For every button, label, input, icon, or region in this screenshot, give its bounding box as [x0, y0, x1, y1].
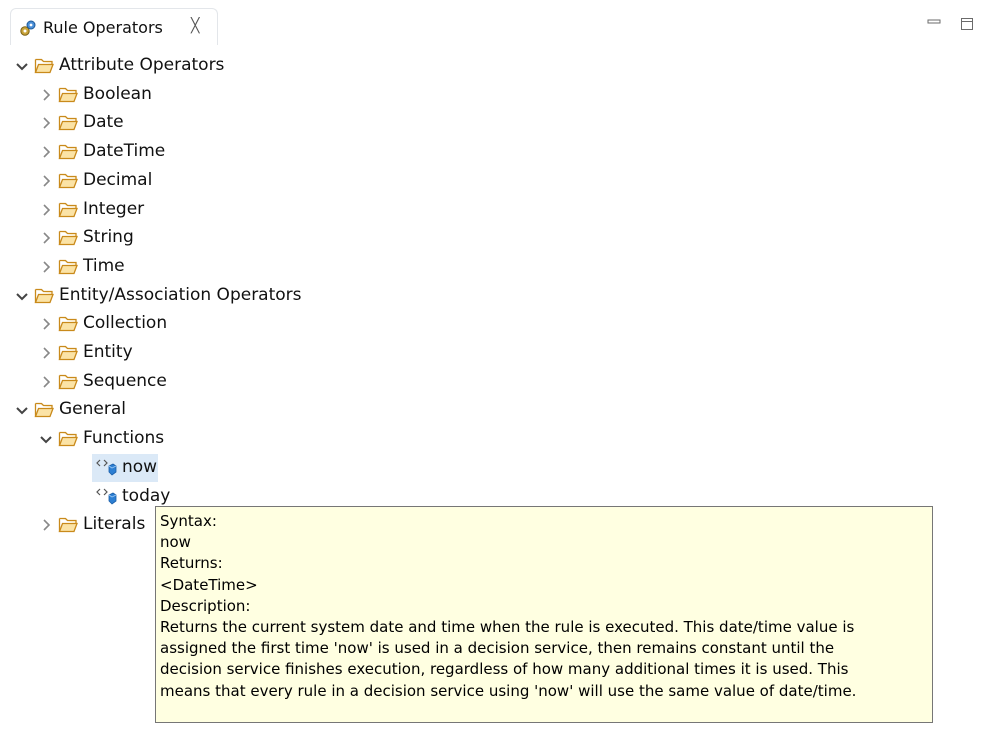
tree-item-label: Collection	[83, 313, 168, 334]
operator-tooltip: Syntax: now Returns: <DateTime> Description:…	[155, 506, 933, 723]
tree-item-label: Entity/Association Operators	[59, 284, 302, 305]
chevron-right-icon[interactable]	[36, 171, 56, 191]
tooltip-line: Returns:	[160, 554, 223, 573]
tooltip-line: Description:	[160, 596, 251, 615]
folder-icon	[58, 171, 78, 189]
tree-item-entity-association-operators[interactable]: Entity/Association Operators	[12, 282, 432, 310]
tab-rule-operators[interactable]: Rule Operators ╳	[10, 8, 218, 45]
chevron-right-icon[interactable]	[36, 113, 56, 133]
tree-item-date[interactable]: Date	[36, 109, 456, 137]
tree-item-general[interactable]: General	[12, 396, 432, 424]
tree-item-label: Time	[83, 255, 125, 276]
folder-icon	[58, 85, 78, 103]
tab-title: Rule Operators	[43, 18, 163, 37]
tooltip-line: assigned the first time 'now' is used in…	[160, 639, 835, 658]
tooltip-line: Syntax:	[160, 512, 217, 530]
folder-icon	[58, 113, 78, 131]
tree-item-now[interactable]: now	[92, 453, 158, 482]
tooltip-line: <DateTime>	[160, 575, 258, 594]
folder-icon	[58, 314, 78, 332]
chevron-right-icon[interactable]	[36, 372, 56, 392]
tree-item-label: Functions	[83, 428, 165, 449]
minimize-icon[interactable]	[927, 16, 941, 30]
tree-item-integer[interactable]: Integer	[36, 196, 456, 224]
tree-item-decimal[interactable]: Decimal	[36, 167, 456, 195]
tree-item-sequence[interactable]: Sequence	[36, 368, 456, 396]
chevron-right-icon[interactable]	[36, 142, 56, 162]
chevron-down-icon[interactable]	[12, 400, 32, 420]
tree-item-attribute-operators[interactable]: Attribute Operators	[12, 52, 432, 80]
tree-item-entity[interactable]: Entity	[36, 339, 456, 367]
tree-item-label: Decimal	[83, 169, 153, 190]
folder-icon	[58, 228, 78, 246]
tooltip-line: decision service finishes execution, reg…	[160, 660, 849, 679]
tree-item-label: Boolean	[83, 83, 152, 104]
chevron-right-icon[interactable]	[36, 343, 56, 363]
tree-item-label: today	[122, 485, 171, 506]
maximize-icon[interactable]	[960, 16, 974, 30]
tree-item-label: now	[122, 456, 158, 477]
tree-item-label: Date	[83, 112, 124, 133]
folder-icon	[58, 200, 78, 218]
view-tab-bar: Rule Operators ╳	[0, 0, 986, 52]
folder-icon	[34, 400, 54, 418]
tree-item-label: Literals	[83, 514, 146, 535]
chevron-right-icon[interactable]	[36, 228, 56, 248]
folder-icon	[34, 286, 54, 304]
tree-item-label: Attribute Operators	[59, 55, 225, 75]
chevron-right-icon[interactable]	[36, 200, 56, 220]
gears-icon	[19, 19, 37, 37]
tree-item-functions[interactable]: Functions	[36, 425, 456, 453]
folder-icon	[58, 343, 78, 361]
folder-icon	[34, 56, 54, 74]
tooltip-line: Returns the current system date and time…	[160, 618, 855, 637]
folder-icon	[58, 257, 78, 275]
tree-item-label: Integer	[83, 198, 145, 219]
tree-item-datetime[interactable]: DateTime	[36, 138, 456, 166]
chevron-right-icon[interactable]	[36, 515, 56, 535]
tree-item-label: General	[59, 399, 126, 420]
tree-item-time[interactable]: Time	[36, 253, 456, 281]
tree-item-label: String	[83, 227, 134, 248]
folder-icon	[58, 372, 78, 390]
chevron-right-icon[interactable]	[36, 257, 56, 277]
folder-icon	[58, 142, 78, 160]
folder-icon	[58, 429, 78, 447]
chevron-down-icon[interactable]	[12, 56, 32, 76]
close-icon[interactable]: ╳	[191, 18, 199, 34]
tree-item-label: Sequence	[83, 370, 167, 391]
function-icon	[96, 487, 118, 505]
folder-icon	[58, 515, 78, 533]
tree-item-label: Entity	[83, 342, 133, 362]
tooltip-line: means that every rule in a decision serv…	[160, 681, 857, 700]
chevron-right-icon[interactable]	[36, 85, 56, 105]
tooltip-line: now	[160, 533, 191, 552]
chevron-down-icon[interactable]	[12, 286, 32, 306]
function-icon	[96, 458, 118, 476]
tree-item-collection[interactable]: Collection	[36, 310, 456, 338]
tree-item-boolean[interactable]: Boolean	[36, 81, 456, 109]
chevron-down-icon[interactable]	[36, 429, 56, 449]
tree-item-string[interactable]: String	[36, 224, 456, 252]
tree-item-label: DateTime	[83, 141, 166, 162]
chevron-right-icon[interactable]	[36, 314, 56, 334]
